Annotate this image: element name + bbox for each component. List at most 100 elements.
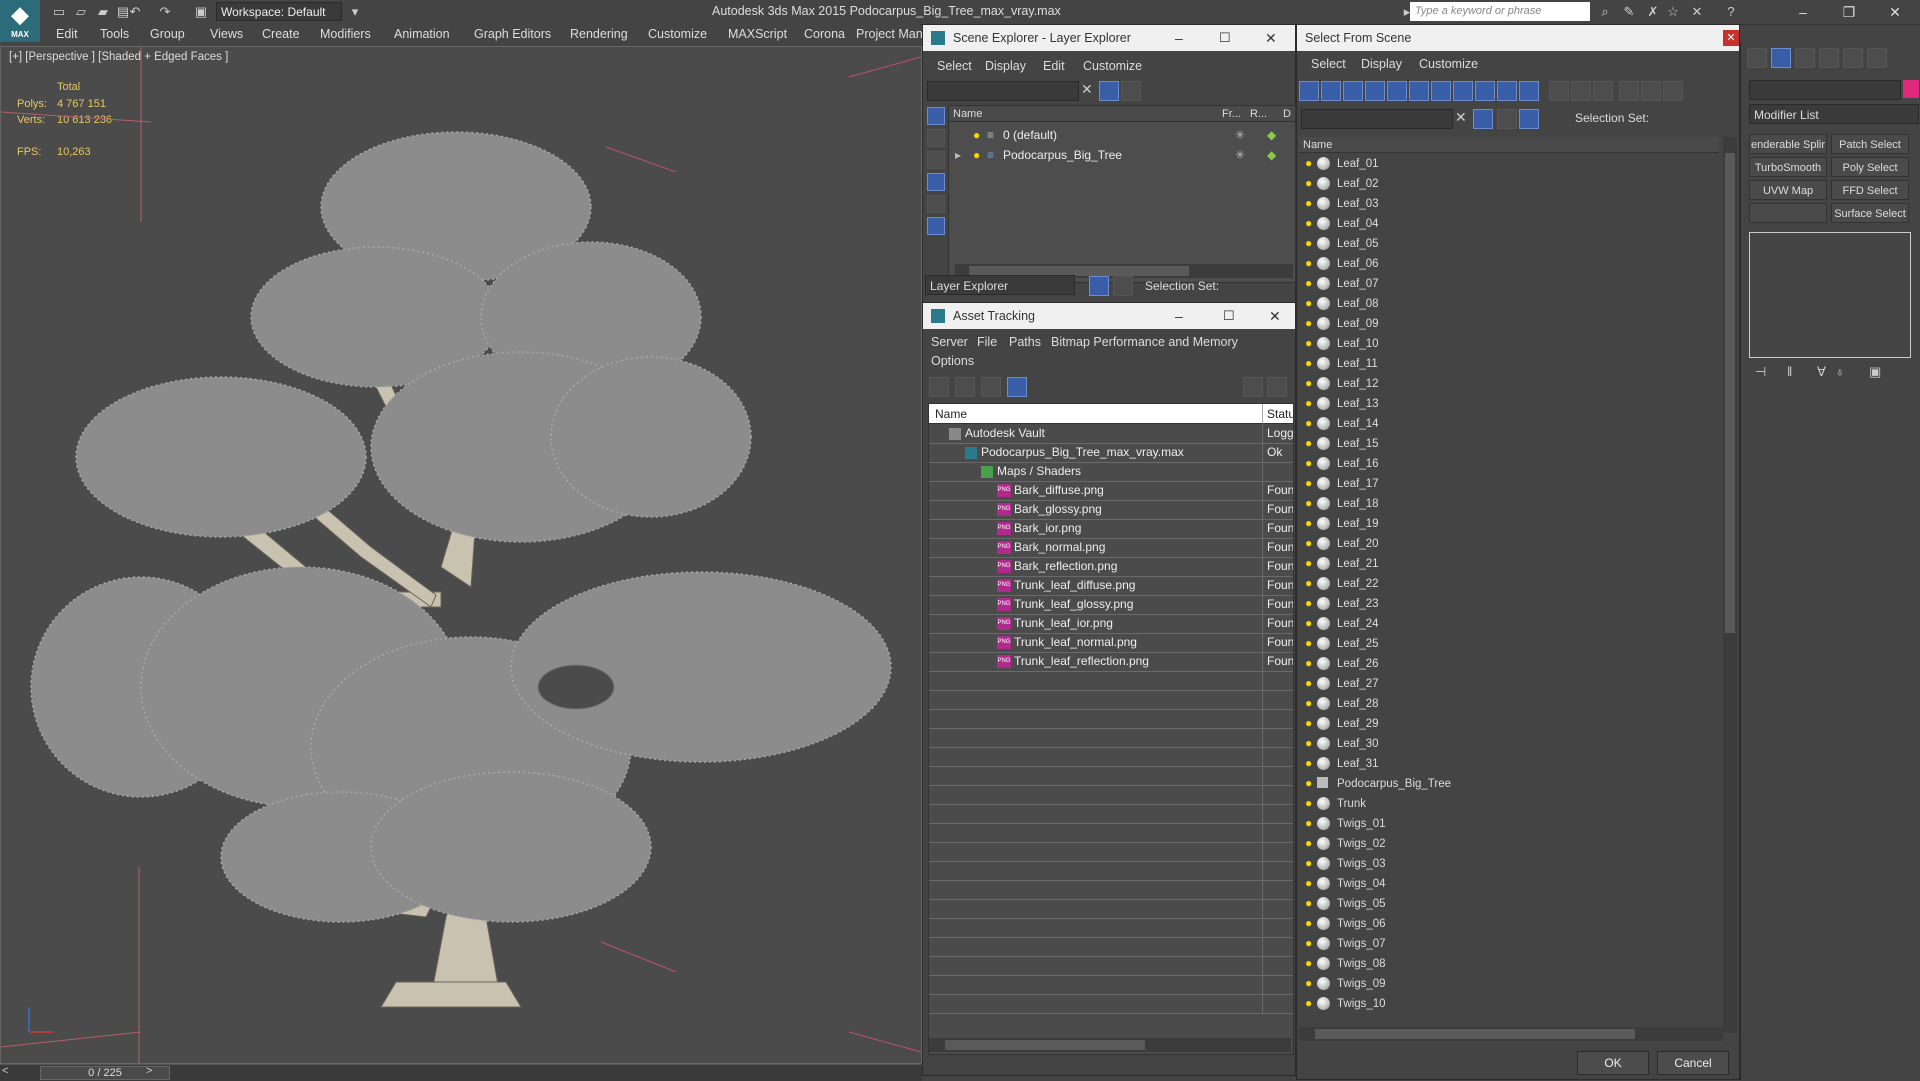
light-bulb-icon[interactable]: ● bbox=[1305, 577, 1313, 590]
make-unique-icon[interactable]: ∀ bbox=[1817, 364, 1826, 380]
select-none-icon[interactable] bbox=[1571, 81, 1591, 101]
scene-object-item[interactable]: ● Leaf_24 bbox=[1299, 614, 1719, 634]
scene-object-item[interactable]: ● Leaf_04 bbox=[1299, 214, 1719, 234]
cameras-filter-icon[interactable] bbox=[1365, 81, 1385, 101]
menu-select[interactable]: Select bbox=[1311, 57, 1346, 71]
open-recent-icon[interactable]: ▰ bbox=[94, 3, 112, 21]
hierarchy-toggle-icon[interactable] bbox=[1113, 276, 1133, 296]
column-header-name[interactable]: Name bbox=[1299, 137, 1719, 153]
menu-server[interactable]: Server bbox=[931, 335, 968, 349]
scene-object-item[interactable]: ● Leaf_31 bbox=[1299, 754, 1719, 774]
light-bulb-icon[interactable]: ● bbox=[1305, 177, 1313, 190]
explorer-type-dropdown[interactable]: Layer Explorer bbox=[925, 275, 1075, 295]
scene-object-item[interactable]: ● Leaf_18 bbox=[1299, 494, 1719, 514]
light-bulb-icon[interactable]: ● bbox=[1305, 297, 1313, 310]
light-bulb-icon[interactable]: ● bbox=[1305, 237, 1313, 250]
new-file-icon[interactable]: ▭ bbox=[50, 3, 68, 21]
asset-row[interactable]: Podocarpus_Big_Tree_max_vray.max Ok bbox=[929, 443, 1293, 463]
scene-object-item[interactable]: ● Twigs_09 bbox=[1299, 974, 1719, 994]
clear-search-icon[interactable]: ✕ bbox=[1081, 81, 1093, 98]
horizontal-scrollbar[interactable] bbox=[929, 1038, 1291, 1052]
undo-icon[interactable]: ↶ bbox=[126, 3, 144, 21]
menu-customize[interactable]: Customize bbox=[648, 27, 707, 41]
quick-access-dropdown-icon[interactable]: ▾ bbox=[346, 3, 364, 21]
minimize-icon[interactable]: – bbox=[1175, 25, 1183, 51]
light-bulb-icon[interactable]: ● bbox=[1305, 257, 1313, 270]
menu-bitmap-performance[interactable]: Bitmap Performance and Memory bbox=[1051, 335, 1238, 349]
display-cameras-icon[interactable] bbox=[927, 173, 945, 191]
shapes-filter-icon[interactable] bbox=[1321, 81, 1341, 101]
light-bulb-icon[interactable]: ● bbox=[1305, 717, 1313, 730]
scene-object-item[interactable]: ● Leaf_11 bbox=[1299, 354, 1719, 374]
utilities-tab-icon[interactable] bbox=[1867, 48, 1887, 68]
light-bulb-icon[interactable]: ● bbox=[1305, 537, 1313, 550]
scene-object-item[interactable]: ● Leaf_22 bbox=[1299, 574, 1719, 594]
menu-edit[interactable]: Edit bbox=[56, 27, 78, 41]
prev-frame-icon[interactable]: < bbox=[2, 1065, 8, 1077]
menu-paths[interactable]: Paths bbox=[1009, 335, 1041, 349]
menu-rendering[interactable]: Rendering bbox=[570, 27, 628, 41]
display-shapes-icon[interactable] bbox=[927, 129, 945, 147]
clear-search-icon[interactable]: ✕ bbox=[1455, 109, 1467, 126]
scene-object-item[interactable]: ● Leaf_23 bbox=[1299, 594, 1719, 614]
layer-toggle-icon[interactable] bbox=[1089, 276, 1109, 296]
light-bulb-icon[interactable]: ● bbox=[1305, 977, 1313, 990]
light-bulb-icon[interactable]: ● bbox=[1305, 757, 1313, 770]
column-header-d[interactable]: D bbox=[1281, 106, 1295, 122]
light-bulb-icon[interactable]: ● bbox=[1305, 377, 1313, 390]
favorites-icon[interactable]: ☆ bbox=[1664, 3, 1682, 21]
light-bulb-icon[interactable]: ● bbox=[1305, 397, 1313, 410]
filter-icon[interactable] bbox=[1099, 81, 1119, 101]
scene-object-item[interactable]: ● Twigs_07 bbox=[1299, 934, 1719, 954]
asset-row[interactable]: PNGTrunk_leaf_reflection.png Found bbox=[929, 652, 1293, 672]
scene-explorer-search-field[interactable] bbox=[927, 81, 1079, 101]
light-bulb-icon[interactable]: ● bbox=[1305, 837, 1313, 850]
scene-object-item[interactable]: ● Twigs_06 bbox=[1299, 914, 1719, 934]
asset-row[interactable]: PNGBark_reflection.png Found bbox=[929, 557, 1293, 577]
object-color-swatch[interactable] bbox=[1903, 80, 1919, 98]
select-all-icon[interactable] bbox=[1549, 81, 1569, 101]
asset-row[interactable]: Autodesk Vault Logged bbox=[929, 424, 1293, 444]
list-view-icon[interactable] bbox=[955, 377, 975, 397]
redo-icon[interactable]: ↷ bbox=[156, 3, 174, 21]
groups-filter-icon[interactable] bbox=[1431, 81, 1451, 101]
lights-filter-icon[interactable] bbox=[1343, 81, 1363, 101]
menu-modifiers[interactable]: Modifiers bbox=[320, 27, 371, 41]
settings-icon[interactable] bbox=[1267, 377, 1287, 397]
render-icon[interactable]: ◆ bbox=[1267, 126, 1276, 144]
close-icon[interactable]: ✕ bbox=[1269, 303, 1281, 329]
scene-object-item[interactable]: ● Twigs_02 bbox=[1299, 834, 1719, 854]
menu-options[interactable]: Options bbox=[931, 354, 974, 368]
object-name-field[interactable] bbox=[1749, 80, 1901, 100]
column-header-freeze[interactable]: Fr... bbox=[1219, 106, 1247, 122]
maximize-icon[interactable]: ☐ bbox=[1219, 25, 1231, 51]
freeze-icon[interactable]: ✳ bbox=[1235, 146, 1245, 164]
scene-object-item[interactable]: ● Leaf_14 bbox=[1299, 414, 1719, 434]
light-bulb-icon[interactable]: ● bbox=[1305, 877, 1313, 890]
freeze-icon[interactable]: ✳ bbox=[1235, 126, 1245, 144]
scene-object-item[interactable]: ● Twigs_10 bbox=[1299, 994, 1719, 1014]
column-header-render[interactable]: R... bbox=[1247, 106, 1281, 122]
scene-object-item[interactable]: ● Leaf_01 bbox=[1299, 154, 1719, 174]
scene-object-item[interactable]: ● Leaf_29 bbox=[1299, 714, 1719, 734]
scene-object-item[interactable]: ● Leaf_05 bbox=[1299, 234, 1719, 254]
vertical-scrollbar[interactable] bbox=[1723, 137, 1737, 1033]
render-icon[interactable]: ◆ bbox=[1267, 146, 1276, 164]
modifier-stack-list[interactable] bbox=[1749, 232, 1911, 358]
scene-object-item[interactable]: ● Leaf_17 bbox=[1299, 474, 1719, 494]
refresh-icon[interactable] bbox=[929, 377, 949, 397]
layer-icon[interactable] bbox=[1497, 109, 1517, 129]
light-bulb-icon[interactable]: ● bbox=[1305, 897, 1313, 910]
light-bulb-icon[interactable]: ● bbox=[1305, 597, 1313, 610]
display-tab-icon[interactable] bbox=[1843, 48, 1863, 68]
scene-object-item[interactable]: ● Leaf_15 bbox=[1299, 434, 1719, 454]
asset-row[interactable]: PNGBark_glossy.png Found bbox=[929, 500, 1293, 520]
scene-object-item[interactable]: ● Twigs_01 bbox=[1299, 814, 1719, 834]
close-icon[interactable]: ✕ bbox=[1723, 30, 1739, 46]
asset-row[interactable]: PNGBark_ior.png Found bbox=[929, 519, 1293, 539]
light-bulb-icon[interactable]: ● bbox=[1305, 617, 1313, 630]
bones-filter-icon[interactable] bbox=[1475, 81, 1495, 101]
scene-object-item[interactable]: ● Leaf_19 bbox=[1299, 514, 1719, 534]
light-bulb-icon[interactable]: ● bbox=[1305, 997, 1313, 1010]
scene-object-item[interactable]: ● Leaf_12 bbox=[1299, 374, 1719, 394]
